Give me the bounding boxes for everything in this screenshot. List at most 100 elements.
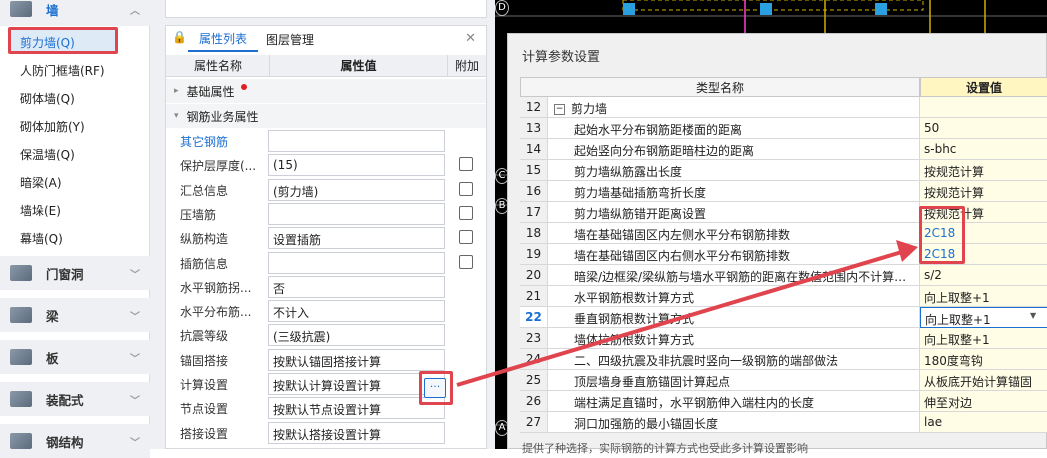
property-value-field[interactable] [268, 251, 445, 274]
row-number: 14 [520, 139, 548, 160]
grid-row[interactable]: 20 暗梁/边框梁/梁纵筋与墙水平钢筋的距离在数值范围内不计算… s/2 [520, 265, 1047, 286]
tree-item-shear-wall[interactable]: 剪力墙(Q) [20, 34, 75, 51]
row-setting-value[interactable]: 向上取整+1 [920, 307, 1047, 328]
tree-item-curtain-wall[interactable]: 幕墙(Q) [20, 230, 63, 247]
grid-row[interactable]: 12− 剪力墙 [520, 97, 1047, 118]
grid-row[interactable]: 14 起始竖向分布钢筋距暗柱边的距离 s-bhc [520, 139, 1047, 160]
property-value-field[interactable] [268, 202, 445, 225]
category-prefab[interactable]: 装配式 ﹀ [0, 382, 150, 416]
property-value-field[interactable]: 按默认锚固搭接计算 [268, 348, 445, 371]
dialog-title: 计算参数设置 [522, 50, 601, 65]
property-value-field[interactable]: 否 [268, 275, 445, 298]
chevron-down-icon: ﹀ [130, 354, 140, 365]
tab-layer-management[interactable]: 图层管理 [266, 26, 314, 52]
category-door-window[interactable]: 门窗洞 ﹀ [0, 256, 150, 290]
extra-checkbox[interactable] [459, 157, 473, 172]
property-value-field[interactable]: 不计入 [268, 300, 445, 323]
row-type-name: 洞口加强筋的最小锚固长度 [548, 412, 920, 433]
grid-row[interactable]: 13 起始水平分布钢筋距楼面的距离 50 [520, 118, 1047, 139]
row-setting-value[interactable]: 向上取整+1 [920, 286, 1047, 307]
property-value-field[interactable]: 设置插筋 [268, 227, 445, 250]
row-setting-value[interactable]: lae [920, 412, 1047, 433]
row-type-name: 水平钢筋根数计算方式 [548, 286, 920, 307]
tree-item-civil-defense-wall[interactable]: 人防门框墙(RF) [20, 62, 105, 79]
extra-checkbox[interactable] [459, 254, 473, 269]
tree-item-masonry-wall[interactable]: 砌体墙(Q) [20, 90, 75, 107]
tree-item-masonry-reinforce[interactable]: 砌体加筋(Y) [20, 118, 85, 135]
property-row: 搭接设置 按默认搭接设置计算 [166, 421, 486, 445]
grid-row[interactable]: 17 剪力墙纵筋错开距离设置 按规范计算 [520, 202, 1047, 223]
calc-settings-dialog: 计算参数设置 类型名称 设置值 12− 剪力墙 13 起始水平分布钢筋距楼面的距离 50… [507, 33, 1047, 455]
category-slab[interactable]: 板 ﹀ [0, 340, 150, 374]
category-beam[interactable]: 梁 ﹀ [0, 298, 150, 332]
row-setting-value[interactable]: s/2 [920, 265, 1047, 286]
type-name-text: 墙体拉筋根数计算方式 [574, 333, 695, 347]
property-row: 水平钢筋拐... 否 [166, 275, 486, 299]
row-setting-value[interactable]: 按规范计算 [920, 160, 1047, 181]
row-type-name: 垂直钢筋根数计算方式 [548, 307, 920, 328]
group-rebar-props[interactable]: ▾ 钢筋业务属性 [166, 104, 486, 128]
row-type-name: 顶层墙身垂直筋锚固计算起点 [548, 370, 920, 391]
category-wall[interactable]: 墙 ︿ [0, 0, 150, 26]
category-label: 钢结构 [46, 434, 84, 450]
row-type-name: 剪力墙基础插筋弯折长度 [548, 181, 920, 202]
property-row: 插筋信息 [166, 251, 486, 275]
grid-row[interactable]: 15 剪力墙纵筋露出长度 按规范计算 [520, 160, 1047, 181]
slab-icon [10, 349, 32, 365]
tree-item-wall-pier[interactable]: 墙垛(E) [20, 202, 61, 219]
grid-header: 类型名称 设置值 [520, 77, 1047, 97]
grid-row[interactable]: 27 洞口加强筋的最小锚固长度 lae [520, 412, 1047, 433]
category-label: 门窗洞 [46, 266, 84, 282]
grid-row[interactable]: 23 墙体拉筋根数计算方式 向上取整+1 [520, 328, 1047, 349]
grid-row[interactable]: 22 垂直钢筋根数计算方式 向上取整+1 ▼ [520, 307, 1047, 328]
grid-row[interactable]: 26 端柱满足直锚时，水平钢筋伸入端柱内的长度 伸至对边 [520, 391, 1047, 412]
tab-property-list[interactable]: 属性列表 [188, 26, 258, 52]
category-label: 梁 [46, 308, 59, 324]
group-basic-props[interactable]: ▸ 基础属性 [166, 79, 486, 103]
row-setting-value[interactable]: 向上取整+1 [920, 328, 1047, 349]
property-value-field[interactable]: (三级抗震) [268, 324, 445, 347]
category-steel[interactable]: 钢结构 ﹀ [0, 424, 150, 458]
row-setting-value[interactable]: s-bhc [920, 139, 1047, 160]
group-label: 钢筋业务属性 [186, 109, 259, 124]
row-setting-value[interactable]: 从板底开始计算锚固 [920, 370, 1047, 391]
property-value-field[interactable] [268, 130, 445, 152]
extra-checkbox[interactable] [459, 205, 473, 220]
row-type-name: 暗梁/边框梁/梁纵筋与墙水平钢筋的距离在数值范围内不计算… [548, 265, 920, 286]
property-value-field[interactable]: (15) [268, 154, 445, 177]
grid-row[interactable]: 16 剪力墙基础插筋弯折长度 按规范计算 [520, 181, 1047, 202]
row-setting-value[interactable]: 按规范计算 [920, 181, 1047, 202]
tree-item-insulation-wall[interactable]: 保温墙(Q) [20, 146, 75, 163]
property-value-field[interactable]: 按默认搭接设置计算 [268, 421, 445, 444]
dropdown-arrow-icon[interactable]: ▼ [1030, 311, 1036, 320]
collapse-icon: ▾ [174, 111, 179, 121]
extra-checkbox[interactable] [459, 230, 473, 245]
property-label: 保护层厚度(... [180, 159, 257, 174]
row-setting-value[interactable]: 伸至对边 [920, 391, 1047, 412]
grid-row[interactable]: 24 二、四级抗震及非抗震时竖向一级钢筋的端部做法 180度弯钩 [520, 349, 1047, 370]
lock-icon[interactable]: 🔒 [172, 30, 187, 44]
beam-icon [10, 307, 32, 323]
row-setting-value[interactable]: 50 [920, 118, 1047, 139]
grid-row[interactable]: 19 墙在基础锚固区内右侧水平分布钢筋排数 2C18 [520, 244, 1047, 265]
close-icon[interactable]: ✕ [465, 31, 476, 46]
extra-checkbox[interactable] [459, 181, 473, 196]
chevron-up-icon: ︿ [130, 6, 140, 17]
type-name-text: 暗梁/边框梁/梁纵筋与墙水平钢筋的距离在数值范围内不计算… [574, 270, 907, 284]
type-name-text: 起始水平分布钢筋距楼面的距离 [574, 123, 743, 137]
row-number: 17 [520, 202, 548, 223]
steel-icon [10, 433, 32, 449]
collapse-box-icon[interactable]: − [554, 104, 565, 115]
grid-row[interactable]: 18 墙在基础锚固区内左侧水平分布钢筋排数 2C18 [520, 223, 1047, 244]
row-type-name: 墙在基础锚固区内左侧水平分布钢筋排数 [548, 223, 920, 244]
grid-row[interactable]: 25 顶层墙身垂直筋锚固计算起点 从板底开始计算锚固 [520, 370, 1047, 391]
property-value-field[interactable]: (剪力墙) [268, 178, 445, 201]
row-setting-value[interactable]: 180度弯钩 [920, 349, 1047, 370]
property-label: 计算设置 [180, 378, 229, 392]
row-number: 18 [520, 223, 548, 244]
chevron-down-icon: ﹀ [130, 270, 140, 281]
property-label: 插筋信息 [180, 256, 229, 271]
tree-item-hidden-beam[interactable]: 暗梁(A) [20, 174, 62, 191]
row-setting-value[interactable] [920, 97, 1047, 118]
grid-row[interactable]: 21 水平钢筋根数计算方式 向上取整+1 [520, 286, 1047, 307]
